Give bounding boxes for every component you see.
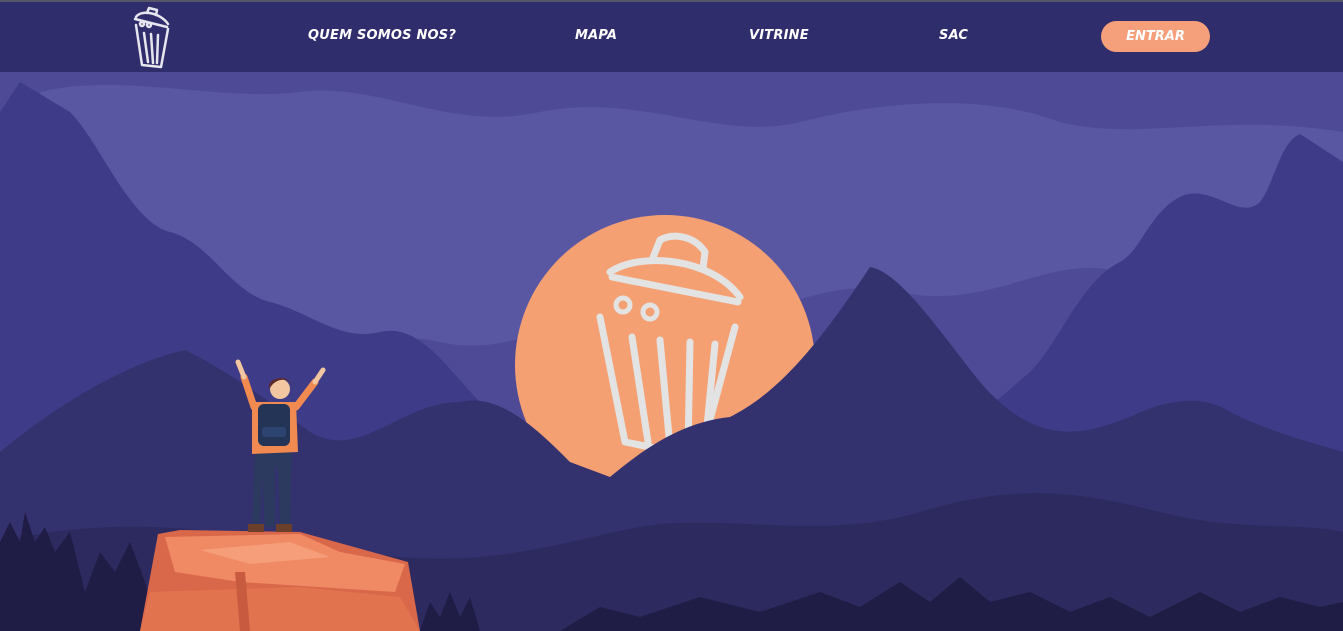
nav-link-quem-somos[interactable]: QUEM SOMOS NOS? [308, 28, 456, 43]
nav-link-vitrine[interactable]: VITRINE [749, 28, 809, 43]
enter-button[interactable]: ENTRAR [1101, 21, 1210, 52]
top-navbar: QUEM SOMOS NOS? MAPA VITRINE SAC ENTRAR [0, 2, 1343, 72]
nav-link-mapa[interactable]: MAPA [575, 28, 617, 43]
nav-link-sac[interactable]: SAC [939, 28, 968, 43]
hero-illustration [0, 72, 1343, 631]
landing-page: QUEM SOMOS NOS? MAPA VITRINE SAC ENTRAR [0, 0, 1343, 631]
trash-can-logo-icon[interactable] [127, 5, 175, 69]
